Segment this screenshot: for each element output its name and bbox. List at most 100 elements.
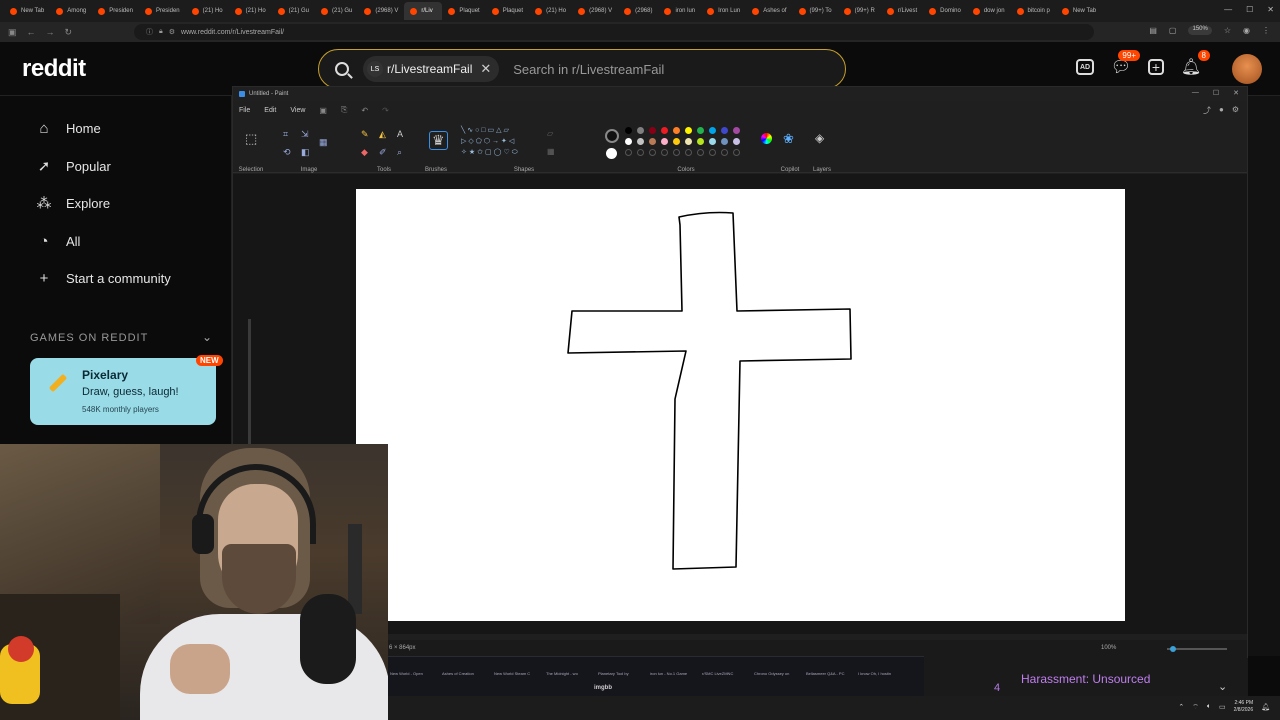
- browser-tab[interactable]: Plaquet: [442, 2, 485, 20]
- sidebar-toggle-icon[interactable]: ▣: [8, 27, 17, 38]
- clock[interactable]: 2:46 PM 2/8/2026: [1234, 700, 1253, 714]
- thumbnail-label[interactable]: I know Oh, I hostin: [858, 671, 906, 676]
- profile-icon[interactable]: ◉: [1243, 26, 1250, 35]
- browser-tab[interactable]: (99+) To: [793, 2, 838, 20]
- account-icon[interactable]: ●: [1219, 105, 1224, 116]
- undo-icon[interactable]: ↶: [361, 106, 368, 115]
- empty-color-swatch[interactable]: [733, 149, 740, 156]
- extension-icon[interactable]: ▤: [1149, 26, 1157, 35]
- volume-icon[interactable]: 🔈︎: [1207, 703, 1211, 711]
- color-swatch[interactable]: [685, 138, 692, 145]
- thumbnail-label[interactable]: New World - Open: [390, 671, 438, 676]
- browser-tab[interactable]: (2968) V: [572, 2, 618, 20]
- share-icon[interactable]: ⎘: [341, 105, 347, 115]
- nav-popular[interactable]: ➚ Popular: [36, 158, 111, 175]
- browser-tab[interactable]: Ashes of: [746, 2, 792, 20]
- shapes-row-3[interactable]: ✧★✩▢◯♡⬭: [461, 148, 520, 157]
- secondary-color-swatch[interactable]: [606, 148, 617, 159]
- browser-tab[interactable]: Presiden: [139, 2, 186, 20]
- shapes-row-2[interactable]: ▷◇⬠⬡→✦◁: [461, 137, 516, 145]
- color-swatch[interactable]: [625, 138, 632, 145]
- color-swatch[interactable]: [697, 127, 704, 134]
- color-swatch[interactable]: [733, 127, 740, 134]
- browser-tab[interactable]: (21) Gu: [272, 2, 315, 20]
- color-swatch[interactable]: [697, 138, 704, 145]
- layers-icon[interactable]: ◈: [815, 131, 824, 145]
- color-swatch[interactable]: [709, 138, 716, 145]
- chevron-down-icon[interactable]: ⌄: [202, 330, 212, 344]
- browser-tab[interactable]: (21) Gu: [315, 2, 358, 20]
- menu-file[interactable]: File: [239, 107, 250, 114]
- reddit-logo[interactable]: reddit: [22, 55, 86, 83]
- rotate-icon[interactable]: ⟲: [283, 147, 291, 158]
- browser-tab[interactable]: r/Liv: [404, 2, 443, 20]
- menu-dots-icon[interactable]: ⋮: [1262, 26, 1270, 35]
- color-swatch[interactable]: [685, 127, 692, 134]
- screenshot-icon[interactable]: ▢: [1169, 26, 1177, 35]
- trending-row[interactable]: 4 Harassment: Unsourced ⌄: [924, 658, 1248, 696]
- browser-tab[interactable]: (99+) R: [838, 2, 881, 20]
- browser-tab[interactable]: (21) Ho: [529, 2, 572, 20]
- network-icon[interactable]: ⌔: [1192, 703, 1199, 712]
- edit-colors-icon[interactable]: [761, 133, 772, 144]
- thumbnail-label[interactable]: New World Steam C: [494, 671, 542, 676]
- zoom-slider-knob[interactable]: [1170, 646, 1176, 652]
- color-swatch[interactable]: [661, 138, 668, 145]
- browser-tab[interactable]: r/Livest: [881, 2, 923, 20]
- empty-color-swatch[interactable]: [697, 149, 704, 156]
- url-field[interactable]: ⓘ 🔒︎ ⚙ www.reddit.com/r/LivestreamFail/: [134, 24, 1094, 40]
- browser-tab[interactable]: Presiden: [92, 2, 139, 20]
- create-post-icon[interactable]: +: [1148, 59, 1164, 75]
- nav-explore[interactable]: ⁂ Explore: [36, 195, 111, 212]
- reload-icon[interactable]: ↻: [65, 27, 73, 38]
- browser-tab[interactable]: bitcoin p: [1011, 2, 1056, 20]
- selection-icon[interactable]: ⬚: [245, 131, 257, 147]
- bookmark-star-icon[interactable]: ☆: [1224, 26, 1231, 35]
- flip-icon[interactable]: ◧: [301, 147, 310, 158]
- magnifier-icon[interactable]: ⌕: [397, 147, 402, 158]
- empty-color-swatch[interactable]: [673, 149, 680, 156]
- empty-color-swatch[interactable]: [637, 149, 644, 156]
- forward-icon[interactable]: →: [46, 27, 55, 37]
- color-swatch[interactable]: [649, 138, 656, 145]
- site-info-icon[interactable]: ⓘ: [146, 27, 153, 37]
- zoom-chip[interactable]: 150%: [1188, 26, 1212, 35]
- nav-home[interactable]: ⌂ Home: [36, 120, 100, 137]
- shape-fill-icon[interactable]: ▦: [547, 147, 555, 156]
- tray-chevron-icon[interactable]: ⌃: [1178, 703, 1184, 711]
- browser-tab[interactable]: New Tab: [4, 2, 50, 20]
- thumbnail-label[interactable]: The Midnight - wo: [546, 671, 594, 676]
- eraser-icon[interactable]: ◆: [361, 147, 368, 158]
- save-icon[interactable]: ▣: [319, 106, 327, 115]
- advertise-icon[interactable]: AD: [1076, 59, 1094, 75]
- browser-tab[interactable]: (2968): [618, 2, 658, 20]
- color-swatch[interactable]: [637, 138, 644, 145]
- pencil-tool-icon[interactable]: ✎: [361, 129, 369, 140]
- search-bar[interactable]: LS r/LivestreamFail ✕ Search in r/Livest…: [318, 49, 846, 89]
- battery-icon[interactable]: ▭: [1219, 703, 1226, 711]
- empty-color-swatch[interactable]: [721, 149, 728, 156]
- browser-tab[interactable]: (21) Ho: [186, 2, 229, 20]
- empty-color-swatch[interactable]: [661, 149, 668, 156]
- color-swatch[interactable]: [661, 127, 668, 134]
- browser-tab[interactable]: dow jon: [967, 2, 1011, 20]
- thumbnail-label[interactable]: Ashes of Creation: [442, 671, 490, 676]
- color-swatch[interactable]: [709, 127, 716, 134]
- shapes-row-1[interactable]: ╲∿○□▭△▱: [461, 126, 511, 134]
- pixelary-game-card[interactable]: Pixelary Draw, guess, laugh! 548K monthl…: [30, 358, 216, 425]
- settings-icon[interactable]: ⚙: [1232, 105, 1239, 116]
- thumbnail-label[interactable]: r/SMC LiveZMNC: [702, 671, 750, 676]
- paint-maximize-icon[interactable]: ☐: [1213, 89, 1219, 97]
- browser-tab[interactable]: Plaquet: [486, 2, 529, 20]
- color-swatch[interactable]: [625, 127, 632, 134]
- color-swatch[interactable]: [673, 127, 680, 134]
- browser-tab[interactable]: New Tab: [1056, 2, 1102, 20]
- thumbnail-label[interactable]: Chrono Odyssey on: [754, 671, 802, 676]
- zoom-slider[interactable]: [1167, 646, 1227, 652]
- color-swatch[interactable]: [673, 138, 680, 145]
- fill-icon[interactable]: ◭: [379, 129, 386, 140]
- share-arrow-icon[interactable]: ⤴: [1203, 105, 1211, 116]
- notification-bell-icon[interactable]: 🔔︎ 8: [1180, 50, 1210, 78]
- redo-icon[interactable]: ↷: [382, 106, 389, 115]
- browser-tab[interactable]: iron lun: [658, 2, 701, 20]
